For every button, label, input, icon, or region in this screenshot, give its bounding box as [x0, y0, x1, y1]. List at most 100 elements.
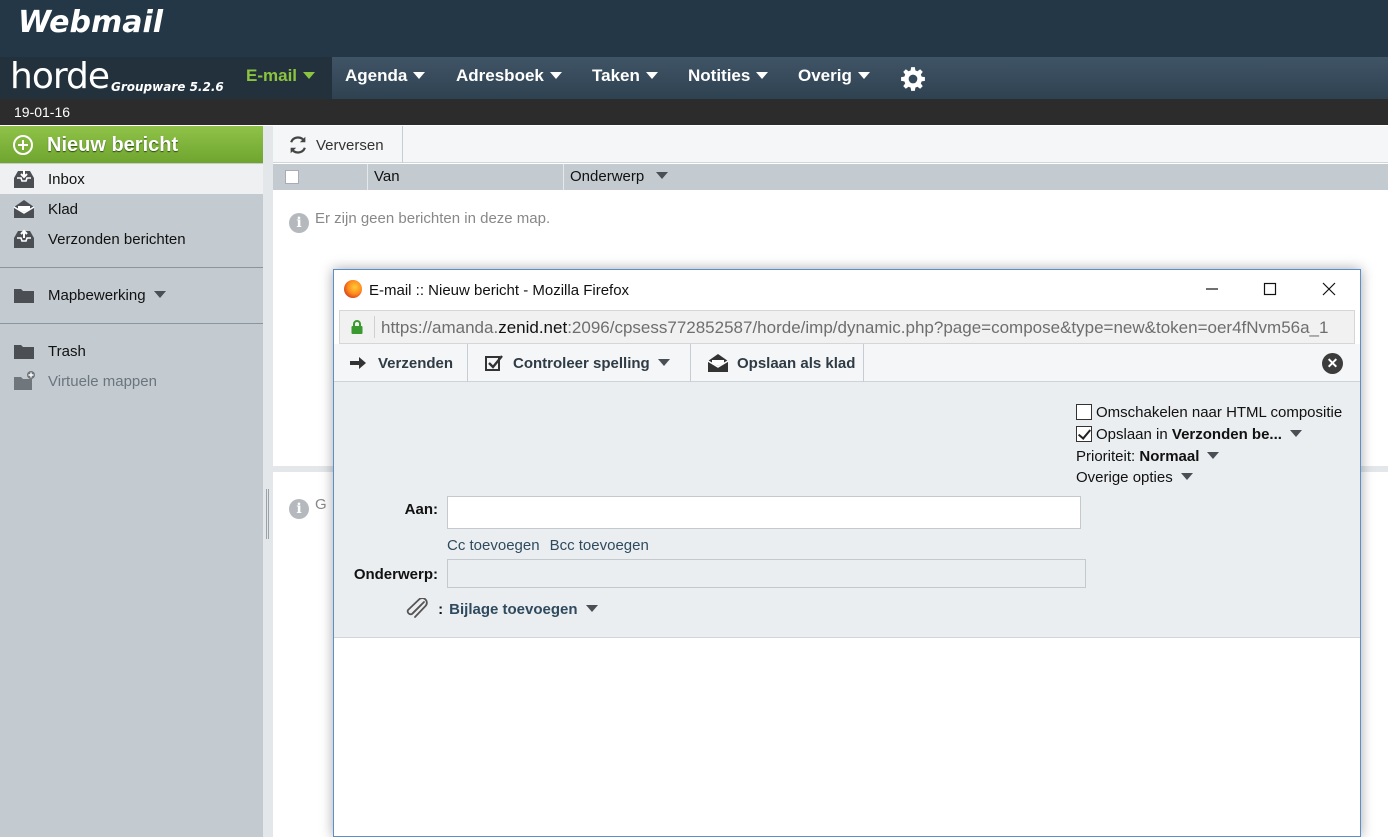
nav-adresboek[interactable]: Adresboek	[456, 57, 562, 99]
sidebar-item-trash[interactable]: Trash	[0, 336, 263, 366]
chevron-down-icon	[657, 359, 670, 366]
url-text[interactable]: https://amanda.zenid.net:2096/cpsess7728…	[381, 318, 1351, 338]
empty-folder-text: Er zijn geen berichten in deze map.	[315, 210, 551, 227]
url-prefix: https://amanda.	[381, 318, 499, 337]
folder-sidebar: Nieuw bericht Inbox Klad Verzonden beric…	[0, 126, 263, 837]
html-toggle-option[interactable]: Omschakelen naar HTML compositie	[1076, 404, 1342, 421]
info-icon: i	[289, 499, 309, 519]
chevron-down-icon	[549, 72, 562, 79]
nav-overig[interactable]: Overig	[798, 57, 870, 99]
chevron-down-icon	[303, 72, 316, 79]
nav-notities-label: Notities	[688, 66, 751, 85]
maximize-icon[interactable]	[1258, 278, 1282, 300]
window-title: E-mail :: Nieuw bericht - Mozilla Firefo…	[369, 282, 630, 299]
sidebar-item-folder-actions[interactable]: Mapbewerking	[0, 280, 263, 310]
drafts-icon	[13, 200, 35, 218]
brand-title: Webmail	[18, 5, 164, 40]
empty-folder-message: i Er zijn geen berichten in deze map.	[289, 210, 550, 233]
column-from-label: Van	[374, 168, 400, 185]
compose-window: E-mail :: Nieuw bericht - Mozilla Firefo…	[333, 269, 1361, 837]
chevron-down-icon[interactable]	[1289, 430, 1302, 437]
close-compose-icon[interactable]: ✕	[1322, 353, 1343, 374]
select-all-checkbox[interactable]	[285, 170, 299, 184]
refresh-icon	[290, 136, 306, 154]
column-from[interactable]: Van	[367, 164, 563, 190]
send-button[interactable]: Verzenden	[334, 344, 468, 382]
minimize-icon[interactable]	[1200, 278, 1224, 300]
checkbox-check-icon	[485, 355, 503, 371]
sort-down-icon	[656, 172, 669, 179]
refresh-button[interactable]: Verversen	[273, 126, 403, 163]
nav-adresboek-label: Adresboek	[456, 66, 544, 85]
drafts-icon	[707, 354, 729, 372]
add-attachment[interactable]: : Bijlage toevoegen	[404, 597, 598, 620]
horde-logo[interactable]: horde Groupware 5.2.6	[0, 57, 234, 99]
plus-circle-icon	[13, 135, 33, 155]
sidebar-item-label: Inbox	[48, 171, 85, 188]
other-options[interactable]: Overige opties	[1076, 469, 1193, 486]
attachment-colon: :	[438, 601, 444, 618]
spellcheck-button[interactable]: Controleer spelling	[468, 344, 691, 382]
message-list-header: Van Onderwerp	[273, 164, 1388, 190]
chevron-down-icon[interactable]	[1207, 452, 1220, 459]
html-toggle-checkbox[interactable]	[1076, 404, 1092, 420]
subject-label: Onderwerp:	[353, 566, 438, 583]
nav-notities[interactable]: Notities	[688, 57, 769, 99]
folder-icon	[14, 289, 34, 303]
gear-icon[interactable]	[900, 66, 926, 92]
sidebar-resize-handle[interactable]	[263, 126, 273, 837]
sidebar-item-label: Mapbewerking	[48, 287, 166, 304]
column-subject[interactable]: Onderwerp	[563, 164, 1388, 190]
add-bcc-link[interactable]: Bcc toevoegen	[550, 537, 649, 554]
address-bar[interactable]: https://amanda.zenid.net:2096/cpsess7728…	[339, 310, 1355, 344]
new-message-button[interactable]: Nieuw bericht	[0, 126, 263, 163]
chevron-down-icon[interactable]	[585, 605, 598, 612]
url-domain: zenid.net	[498, 318, 568, 337]
close-window-icon[interactable]	[1317, 278, 1341, 300]
new-message-label: Nieuw bericht	[47, 134, 179, 156]
save-in-option[interactable]: Opslaan in Verzonden be...	[1076, 426, 1302, 443]
chevron-down-icon	[756, 72, 769, 79]
sidebar-item-inbox[interactable]: Inbox	[0, 164, 263, 194]
resize-grip[interactable]	[266, 489, 269, 539]
nav-overig-label: Overig	[798, 66, 852, 85]
sidebar-item-sent[interactable]: Verzonden berichten	[0, 224, 263, 254]
refresh-label: Verversen	[316, 137, 384, 154]
chevron-down-icon	[1180, 473, 1193, 480]
save-in-checkbox[interactable]	[1076, 426, 1092, 442]
compose-headers: Omschakelen naar HTML compositie Opslaan…	[334, 382, 1360, 638]
subject-field[interactable]	[447, 559, 1086, 588]
spellcheck-label: Controleer spelling	[513, 355, 670, 372]
message-body-editor[interactable]	[334, 638, 1360, 836]
sidebar-item-label: Virtuele mappen	[48, 373, 157, 390]
priority-label: Prioriteit:	[1076, 448, 1136, 465]
nav-email-label: E-mail	[246, 66, 298, 85]
save-draft-button[interactable]: Opslaan als klad	[691, 344, 864, 382]
add-cc-link[interactable]: Cc toevoegen	[447, 537, 540, 554]
add-attachment-label[interactable]: Bijlage toevoegen	[449, 601, 577, 618]
logo-word: horde	[10, 56, 110, 97]
firefox-icon	[344, 280, 362, 298]
preview-text: G	[315, 496, 327, 513]
date-bar: 19-01-16	[0, 99, 1388, 125]
add-folder-icon	[14, 371, 35, 390]
divider	[0, 267, 263, 268]
save-in-folder[interactable]: Verzonden be...	[1172, 426, 1282, 443]
nav-agenda-label: Agenda	[345, 66, 408, 85]
priority-option[interactable]: Prioriteit: Normaal	[1076, 448, 1220, 465]
lock-icon[interactable]	[350, 320, 364, 334]
brand-bar: Webmail	[0, 0, 1388, 57]
nav-taken[interactable]: Taken	[592, 57, 658, 99]
nav-agenda[interactable]: Agenda	[345, 57, 426, 99]
to-field[interactable]	[447, 496, 1081, 529]
other-options-label: Overige opties	[1076, 469, 1173, 486]
logo-version: Groupware 5.2.6	[111, 80, 224, 94]
sidebar-item-klad[interactable]: Klad	[0, 194, 263, 224]
priority-value[interactable]: Normaal	[1139, 448, 1199, 465]
arrow-right-icon	[350, 357, 366, 369]
chevron-down-icon	[857, 72, 870, 79]
nav-email[interactable]: E-mail	[234, 57, 332, 99]
save-in-label: Opslaan in	[1096, 426, 1168, 443]
window-titlebar[interactable]: E-mail :: Nieuw bericht - Mozilla Firefo…	[334, 270, 1360, 308]
sidebar-item-virtual-folders[interactable]: Virtuele mappen	[0, 366, 263, 396]
